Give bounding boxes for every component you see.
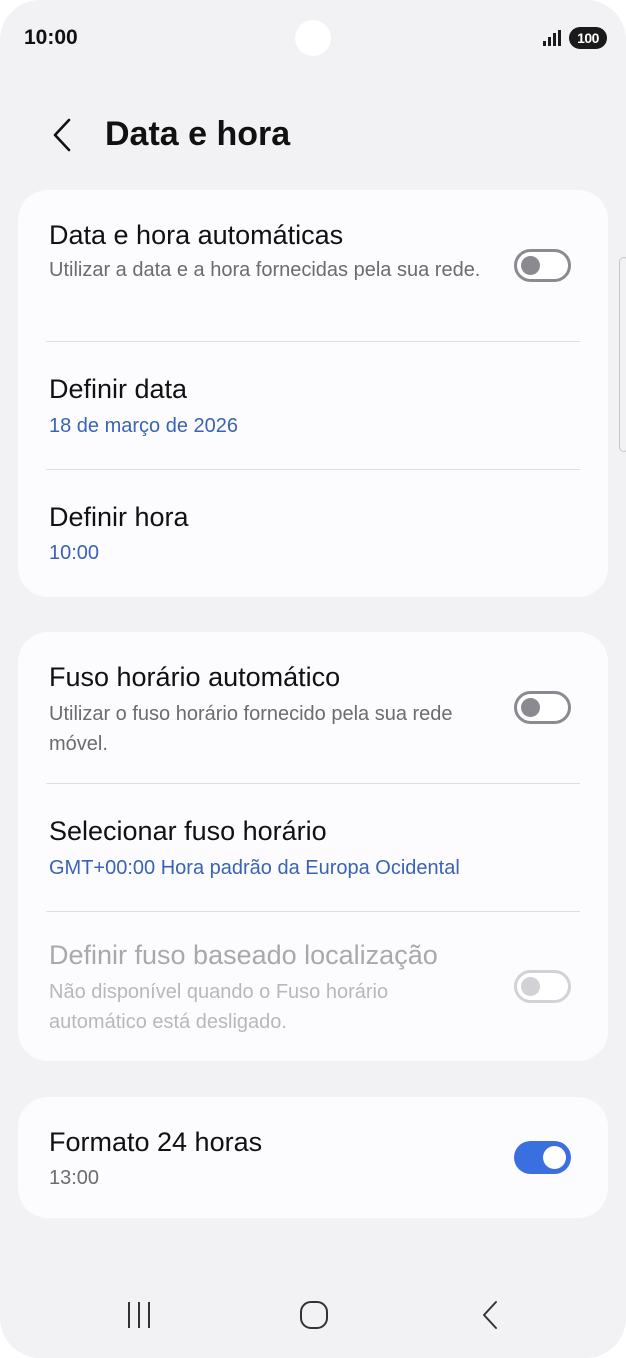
status-time: 10:00: [24, 26, 78, 49]
back-icon: [483, 1301, 497, 1329]
row-title: Selecionar fuso horário: [49, 816, 327, 846]
automatic-date-time-row[interactable]: Data e hora automáticas Utilizar a data …: [18, 190, 608, 341]
signal-icon: [543, 30, 561, 46]
automatic-time-zone-toggle[interactable]: [514, 691, 571, 724]
set-date-row[interactable]: Definir data 18 de março de 2026: [18, 342, 608, 469]
row-subtitle: Utilizar a data e a hora fornecidas pela…: [49, 259, 481, 281]
recent-apps-icon: [128, 1302, 150, 1328]
chevron-left-icon: [53, 118, 71, 152]
time-zone-card: Fuso horário automático Utilizar o fuso …: [18, 632, 608, 1061]
format-card: Formato 24 horas 13:00: [18, 1097, 608, 1218]
home-icon: [300, 1301, 328, 1329]
scroll-indicator: [619, 257, 626, 452]
battery-icon: 100: [569, 27, 607, 49]
row-value: 10:00: [49, 542, 100, 564]
24-hour-format-row[interactable]: Formato 24 horas 13:00: [18, 1097, 608, 1218]
phone-screen: 10:00 100 Data e hora Data e hora automá…: [0, 0, 626, 1358]
location-time-zone-row: Definir fuso baseado localização Não dis…: [18, 912, 608, 1061]
home-button[interactable]: [284, 1290, 344, 1340]
back-button[interactable]: [40, 110, 84, 160]
automatic-time-zone-row[interactable]: Fuso horário automático Utilizar o fuso …: [18, 632, 608, 783]
row-value: GMT+00:00 Hora padrão da Europa Ocidenta…: [49, 857, 460, 879]
nav-back-button[interactable]: [460, 1290, 520, 1340]
select-time-zone-row[interactable]: Selecionar fuso horário GMT+00:00 Hora p…: [18, 784, 608, 911]
row-title: Definir hora: [49, 502, 189, 532]
camera-cutout: [295, 20, 331, 56]
row-title: Fuso horário automático: [49, 662, 341, 692]
recent-apps-button[interactable]: [109, 1290, 169, 1340]
date-time-card: Data e hora automáticas Utilizar a data …: [18, 190, 608, 597]
row-value: 18 de março de 2026: [49, 415, 239, 437]
row-title: Definir fuso baseado localização: [49, 940, 438, 970]
page-title: Data e hora: [105, 115, 291, 153]
row-subtitle: 13:00: [49, 1167, 100, 1189]
automatic-date-time-toggle[interactable]: [514, 249, 571, 282]
location-time-zone-toggle: [514, 970, 571, 1003]
row-title: Data e hora automáticas: [49, 220, 344, 250]
24-hour-format-toggle[interactable]: [514, 1141, 571, 1174]
row-title: Formato 24 horas: [49, 1127, 263, 1157]
row-subtitle: Utilizar o fuso horário fornecido pela s…: [49, 703, 453, 755]
set-time-row[interactable]: Definir hora 10:00: [18, 470, 608, 597]
row-title: Definir data: [49, 374, 188, 404]
row-subtitle: Não disponível quando o Fuso horário aut…: [49, 981, 389, 1033]
